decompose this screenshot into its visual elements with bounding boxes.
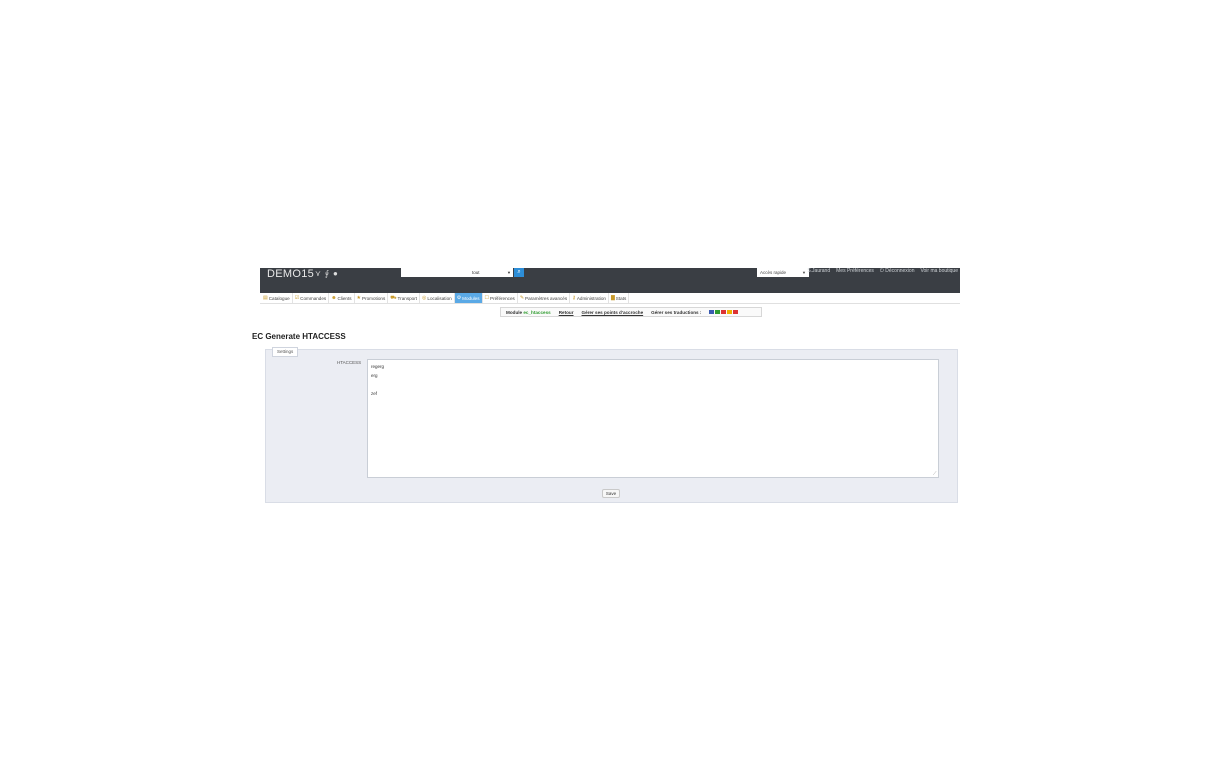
tab-label: Paramètres avancés: [525, 295, 568, 301]
wrench-icon: ✎: [519, 295, 525, 301]
logout-link[interactable]: ⏻ Déconnexion: [880, 268, 915, 274]
flag-br-icon[interactable]: [715, 310, 721, 314]
tab-label: Promotions: [362, 295, 386, 301]
module-name: ec_htaccess: [523, 309, 551, 315]
tab-clients[interactable]: ☻ Clients: [329, 293, 355, 303]
search-scope-value: tout: [472, 270, 480, 275]
cart-icon[interactable]: ⋎: [315, 269, 321, 278]
tab-commandes[interactable]: ☑ Commandes: [293, 293, 330, 303]
chevron-down-icon: ▼: [507, 270, 511, 275]
settings-panel: Settings HTACCESS ⟋ Save: [265, 347, 958, 503]
save-button[interactable]: Save: [602, 489, 620, 498]
quick-access-select[interactable]: Accès rapide ▼: [757, 268, 809, 277]
employee-name[interactable]: S.Jaurand: [807, 268, 830, 274]
tab-label: Commandes: [300, 295, 327, 301]
tab-label: Stats: [615, 295, 627, 301]
tab-localisation[interactable]: ◎ Localisation: [420, 293, 455, 303]
logout-label: Déconnexion: [885, 268, 915, 274]
chevron-down-icon: ▼: [802, 270, 806, 275]
tab-parametres-avances[interactable]: ✎ Paramètres avancés: [518, 293, 571, 303]
truck-icon: ⛟: [390, 294, 397, 301]
customer-icon[interactable]: ⨚: [325, 269, 329, 278]
message-icon[interactable]: ●: [333, 269, 338, 278]
tab-promotions[interactable]: ★ Promotions: [355, 293, 389, 303]
flag-es-icon[interactable]: [727, 310, 733, 314]
top-header: DEMO15 ⋎ ⨚ ● tout ▼ ⌕ Accès rapide ▼ S.J…: [260, 268, 960, 293]
tab-label: Catalogue: [268, 295, 290, 301]
module-toolbar: Module ec_htaccess Retour Gérer ses poin…: [500, 307, 762, 317]
htaccess-label: HTACCESS: [337, 360, 362, 365]
tab-label: Clients: [337, 295, 352, 301]
settings-legend: Settings: [272, 347, 299, 357]
tab-modules[interactable]: ⚙ Modules: [454, 293, 483, 303]
shop-name[interactable]: DEMO15: [267, 268, 314, 280]
tab-stats[interactable]: ▇ Stats: [609, 293, 630, 303]
flag-de-icon[interactable]: [721, 310, 727, 314]
view-shop-link[interactable]: Voir ma boutique: [920, 268, 958, 274]
key-icon: ⚷: [572, 295, 576, 301]
tab-label: Administration: [576, 295, 606, 301]
quick-access-value: Accès rapide: [760, 270, 787, 275]
tab-label: Localisation: [427, 295, 452, 301]
tab-administration[interactable]: ⚷ Administration: [570, 293, 609, 303]
translation-flags: [709, 310, 739, 314]
customers-icon: ☻: [331, 295, 337, 301]
user-links: S.Jaurand Mes Préférences ⏻ Déconnexion …: [807, 268, 958, 274]
tab-label: Modules: [462, 295, 480, 301]
tab-transport[interactable]: ⛟ Transport: [388, 293, 421, 303]
catalog-icon: ▤: [263, 295, 268, 301]
stats-icon: ▇: [610, 295, 615, 301]
main-tabs: ▤ Catalogue ☑ Commandes ☻ Clients ★ Promotio…: [260, 293, 960, 304]
module-title: Module ec_htaccess: [506, 310, 551, 315]
flag-it-icon[interactable]: [733, 310, 739, 314]
search-input[interactable]: [401, 268, 471, 277]
page-title: EC Generate HTACCESS: [252, 332, 346, 341]
my-preferences-link[interactable]: Mes Préférences: [836, 268, 874, 274]
tab-catalogue[interactable]: ▤ Catalogue: [261, 293, 293, 303]
resize-handle-icon[interactable]: ⟋: [933, 471, 937, 477]
admin-app: DEMO15 ⋎ ⨚ ● tout ▼ ⌕ Accès rapide ▼ S.J…: [252, 268, 960, 503]
search-button[interactable]: ⌕: [514, 268, 524, 277]
preferences-icon: ☐: [484, 295, 490, 301]
module-prefix: Module: [506, 309, 523, 315]
tab-label: Transport: [397, 295, 418, 301]
orders-icon: ☑: [294, 295, 300, 301]
search-scope-select[interactable]: tout ▼: [469, 268, 513, 277]
globe-icon: ◎: [422, 295, 427, 301]
quick-icons: ⋎ ⨚ ●: [315, 269, 338, 278]
translations-label: Gérer ses traductions :: [651, 309, 702, 315]
flag-en-icon[interactable]: [709, 310, 715, 314]
tab-label: Préférences: [490, 295, 515, 301]
manage-hooks-link[interactable]: Gérer ses points d'accroche: [582, 310, 644, 315]
promotions-icon: ★: [356, 295, 362, 301]
back-link[interactable]: Retour: [559, 310, 574, 315]
tab-preferences[interactable]: ☐ Préférences: [483, 293, 518, 303]
search-icon: ⌕: [517, 269, 521, 275]
puzzle-icon: ⚙: [456, 295, 462, 301]
htaccess-textarea[interactable]: [367, 359, 939, 478]
